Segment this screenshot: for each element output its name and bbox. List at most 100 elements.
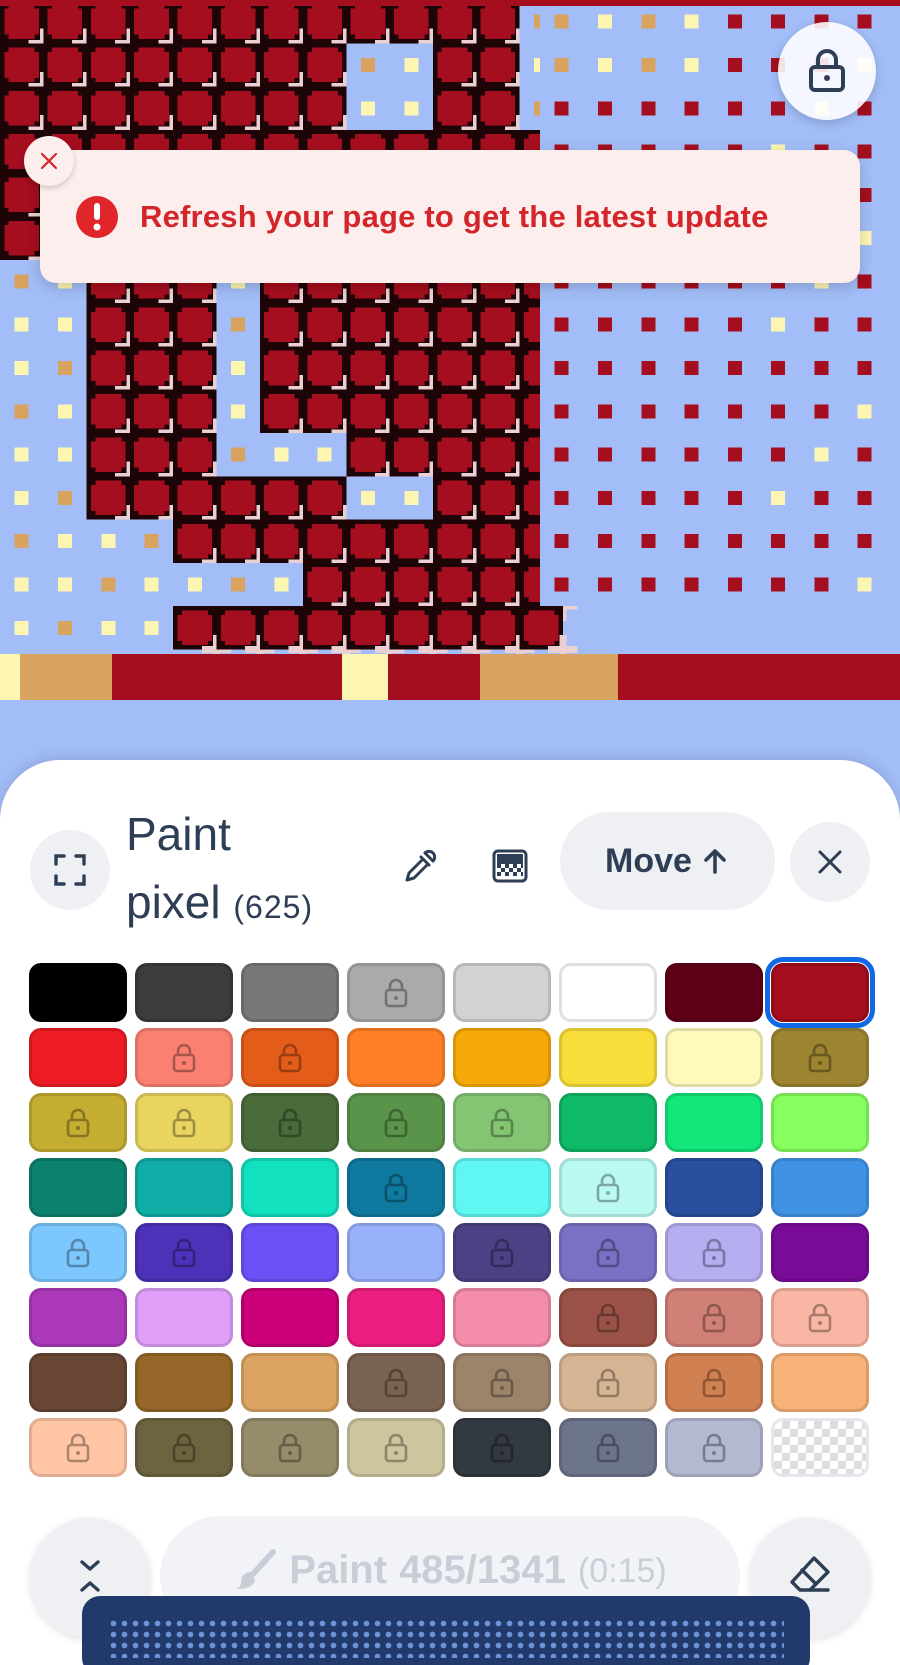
- color-swatch[interactable]: [771, 1353, 869, 1412]
- color-swatch[interactable]: [559, 1223, 657, 1282]
- color-swatch[interactable]: [665, 1353, 763, 1412]
- color-swatch[interactable]: [241, 1353, 339, 1412]
- lock-icon: [808, 1043, 832, 1072]
- close-panel-button[interactable]: [790, 822, 870, 902]
- color-swatch[interactable]: [453, 1223, 551, 1282]
- color-swatch[interactable]: [135, 1223, 233, 1282]
- lock-icon: [596, 1303, 620, 1332]
- collapse-icon: [80, 1560, 100, 1592]
- color-swatch[interactable]: [241, 1223, 339, 1282]
- color-swatch[interactable]: [135, 963, 233, 1022]
- color-swatch[interactable]: [347, 1353, 445, 1412]
- lock-icon: [702, 1238, 726, 1267]
- color-swatch[interactable]: [135, 1028, 233, 1087]
- lock-icon: [490, 1433, 514, 1462]
- color-swatch[interactable]: [29, 1288, 127, 1347]
- color-swatch[interactable]: [241, 1418, 339, 1477]
- lock-icon: [596, 1238, 620, 1267]
- color-swatch[interactable]: [665, 1158, 763, 1217]
- color-swatch[interactable]: [453, 963, 551, 1022]
- color-swatch[interactable]: [29, 1028, 127, 1087]
- color-swatch[interactable]: [559, 1093, 657, 1152]
- color-swatch[interactable]: [771, 1223, 869, 1282]
- color-swatch[interactable]: [453, 1093, 551, 1152]
- lock-icon: [172, 1238, 196, 1267]
- color-swatch[interactable]: [29, 1158, 127, 1217]
- eraser-icon: [790, 1556, 830, 1592]
- color-swatch[interactable]: [559, 1288, 657, 1347]
- color-swatch[interactable]: [135, 1353, 233, 1412]
- lock-icon: [596, 1173, 620, 1202]
- lock-icon: [702, 1433, 726, 1462]
- pixel-canvas-area[interactable]: [0, 0, 900, 760]
- color-swatch[interactable]: [29, 1418, 127, 1477]
- brush-icon: [235, 1549, 277, 1589]
- color-swatch[interactable]: [347, 1093, 445, 1152]
- color-swatch[interactable]: [135, 1418, 233, 1477]
- lock-icon: [596, 1433, 620, 1462]
- color-palette: [29, 957, 875, 1477]
- canvas-lock-button[interactable]: [778, 22, 876, 120]
- toast-close-button[interactable]: [24, 136, 74, 186]
- color-swatch[interactable]: [241, 1028, 339, 1087]
- fullscreen-button[interactable]: [30, 830, 110, 910]
- pixel-canvas[interactable]: [0, 0, 900, 700]
- color-swatch[interactable]: [559, 1353, 657, 1412]
- color-swatch[interactable]: [241, 963, 339, 1022]
- color-swatch[interactable]: [665, 1288, 763, 1347]
- color-swatch[interactable]: [771, 1288, 869, 1347]
- color-swatch[interactable]: [347, 1158, 445, 1217]
- drag-handle[interactable]: [82, 1596, 810, 1665]
- toast-message: Refresh your page to get the latest upda…: [140, 198, 769, 234]
- color-swatch[interactable]: [453, 1028, 551, 1087]
- color-swatch[interactable]: [347, 1418, 445, 1477]
- color-swatch[interactable]: [665, 963, 763, 1022]
- color-swatch[interactable]: [771, 1028, 869, 1087]
- move-button[interactable]: Move: [560, 812, 775, 910]
- color-swatch[interactable]: [771, 1093, 869, 1152]
- color-swatch[interactable]: [135, 1158, 233, 1217]
- color-swatch[interactable]: [29, 1223, 127, 1282]
- lock-icon: [702, 1303, 726, 1332]
- color-swatch[interactable]: [453, 1288, 551, 1347]
- color-swatch[interactable]: [559, 1158, 657, 1217]
- color-swatch[interactable]: [347, 963, 445, 1022]
- color-swatch[interactable]: [135, 1093, 233, 1152]
- color-swatch[interactable]: [453, 1418, 551, 1477]
- close-icon: [40, 152, 58, 170]
- color-swatch-transparent[interactable]: [771, 1418, 869, 1477]
- color-swatch[interactable]: [771, 1158, 869, 1217]
- color-swatch[interactable]: [665, 1093, 763, 1152]
- color-swatch[interactable]: [665, 1223, 763, 1282]
- lock-icon: [490, 1108, 514, 1137]
- close-icon: [818, 850, 842, 874]
- color-swatch[interactable]: [559, 963, 657, 1022]
- pattern-button[interactable]: [482, 838, 538, 894]
- lock-icon: [384, 1173, 408, 1202]
- color-swatch[interactable]: [665, 1028, 763, 1087]
- lock-icon: [278, 1433, 302, 1462]
- lock-icon: [384, 1368, 408, 1397]
- pixel-count: (625): [233, 889, 314, 925]
- lock-icon: [809, 49, 845, 92]
- color-swatch[interactable]: [347, 1028, 445, 1087]
- color-swatch[interactable]: [241, 1158, 339, 1217]
- color-swatch[interactable]: [29, 963, 127, 1022]
- lock-icon: [278, 1108, 302, 1137]
- color-swatch[interactable]: [29, 1353, 127, 1412]
- color-swatch[interactable]: [453, 1158, 551, 1217]
- color-swatch[interactable]: [29, 1093, 127, 1152]
- lock-icon: [490, 1238, 514, 1267]
- color-swatch[interactable]: [765, 957, 875, 1028]
- color-swatch[interactable]: [453, 1353, 551, 1412]
- color-swatch[interactable]: [135, 1288, 233, 1347]
- color-swatch[interactable]: [347, 1223, 445, 1282]
- color-swatch[interactable]: [241, 1093, 339, 1152]
- color-swatch[interactable]: [665, 1418, 763, 1477]
- color-swatch[interactable]: [347, 1288, 445, 1347]
- color-swatch[interactable]: [241, 1288, 339, 1347]
- color-swatch[interactable]: [559, 1418, 657, 1477]
- color-swatch[interactable]: [559, 1028, 657, 1087]
- eyedropper-button[interactable]: [392, 838, 448, 894]
- lock-icon: [172, 1043, 196, 1072]
